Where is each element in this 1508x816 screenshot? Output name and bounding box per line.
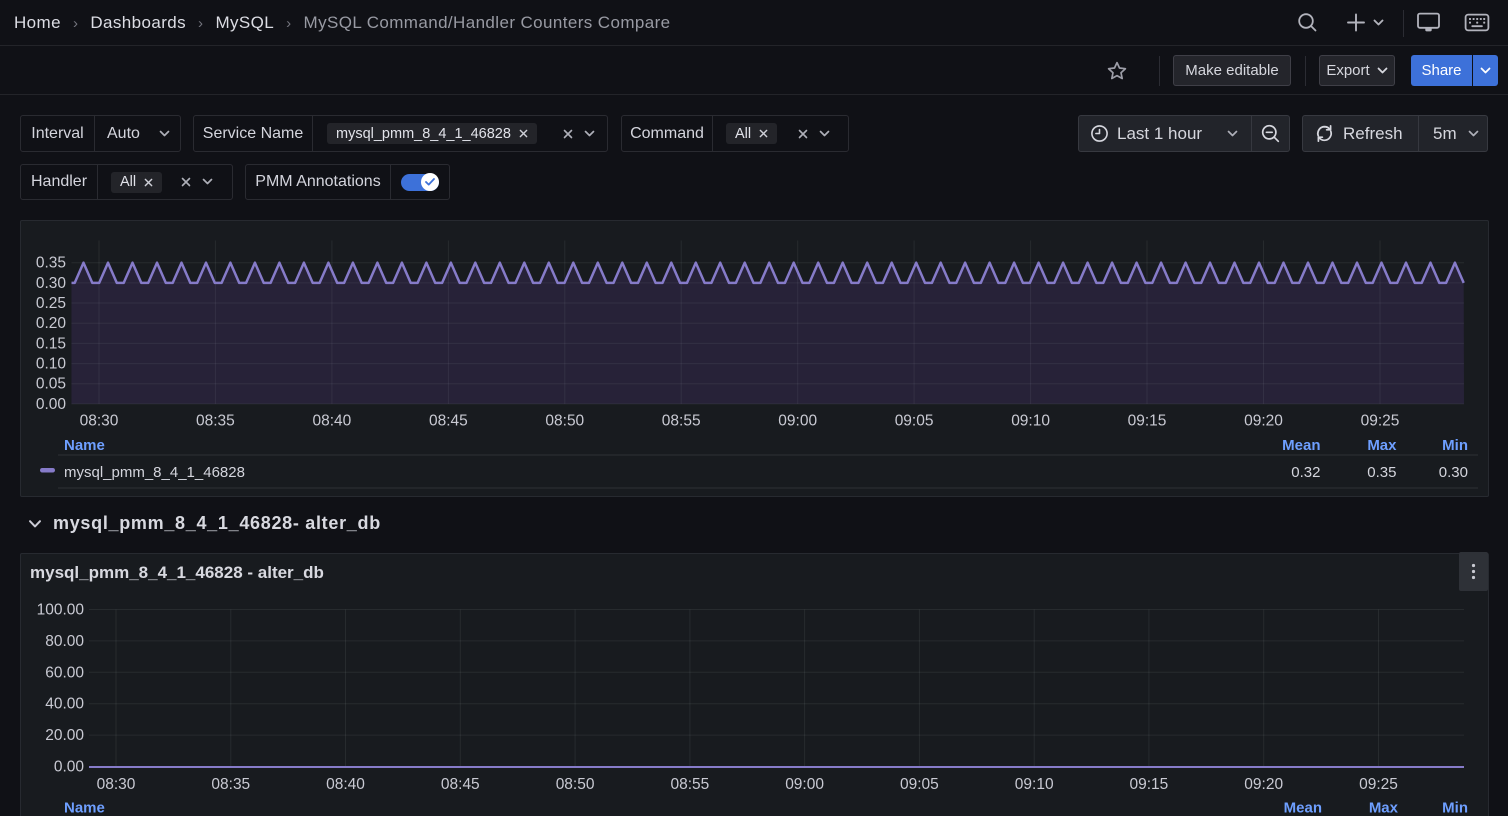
svg-text:0.30: 0.30	[36, 274, 67, 291]
svg-text:09:20: 09:20	[1244, 776, 1283, 793]
svg-text:09:00: 09:00	[785, 776, 824, 793]
svg-text:08:45: 08:45	[429, 412, 468, 429]
svg-text:Mean: Mean	[1282, 437, 1320, 454]
svg-text:08:50: 08:50	[556, 776, 595, 793]
svg-text:0.20: 0.20	[36, 315, 67, 332]
svg-text:Max: Max	[1367, 437, 1397, 454]
svg-text:mysql_pmm_8_4_1_46828: mysql_pmm_8_4_1_46828	[64, 464, 245, 481]
svg-text:08:55: 08:55	[671, 776, 710, 793]
svg-text:Mean: Mean	[1284, 800, 1322, 816]
svg-text:09:00: 09:00	[778, 412, 817, 429]
svg-text:0.00: 0.00	[54, 759, 85, 776]
svg-text:Name: Name	[64, 800, 105, 816]
svg-text:09:05: 09:05	[900, 776, 939, 793]
svg-text:08:45: 08:45	[441, 776, 480, 793]
svg-text:Min: Min	[1442, 800, 1468, 816]
svg-text:09:25: 09:25	[1359, 776, 1398, 793]
svg-text:0.35: 0.35	[1367, 464, 1396, 481]
svg-text:0.35: 0.35	[36, 254, 66, 271]
svg-text:Max: Max	[1369, 800, 1399, 816]
svg-text:09:15: 09:15	[1128, 412, 1167, 429]
svg-text:09:10: 09:10	[1015, 776, 1054, 793]
svg-text:0.30: 0.30	[1439, 464, 1468, 481]
svg-text:Min: Min	[1442, 437, 1468, 454]
svg-text:08:30: 08:30	[97, 776, 136, 793]
svg-text:08:50: 08:50	[545, 412, 584, 429]
svg-text:0.32: 0.32	[1291, 464, 1320, 481]
svg-text:Name: Name	[64, 437, 105, 454]
svg-text:0.00: 0.00	[36, 395, 67, 412]
svg-text:60.00: 60.00	[45, 664, 84, 681]
svg-text:09:20: 09:20	[1244, 412, 1283, 429]
svg-text:09:05: 09:05	[895, 412, 934, 429]
svg-text:08:30: 08:30	[80, 412, 119, 429]
svg-text:0.25: 0.25	[36, 295, 66, 312]
svg-text:100.00: 100.00	[37, 602, 85, 619]
svg-text:80.00: 80.00	[45, 633, 84, 650]
svg-text:08:40: 08:40	[313, 412, 352, 429]
svg-text:09:10: 09:10	[1011, 412, 1050, 429]
svg-text:20.00: 20.00	[45, 727, 84, 744]
svg-text:40.00: 40.00	[45, 696, 84, 713]
svg-text:08:40: 08:40	[326, 776, 365, 793]
svg-text:08:35: 08:35	[196, 412, 235, 429]
svg-text:08:35: 08:35	[211, 776, 250, 793]
svg-text:0.10: 0.10	[36, 355, 67, 372]
svg-text:09:25: 09:25	[1361, 412, 1400, 429]
svg-text:0.15: 0.15	[36, 335, 66, 352]
svg-text:0.05: 0.05	[36, 375, 66, 392]
svg-text:08:55: 08:55	[662, 412, 701, 429]
svg-text:09:15: 09:15	[1130, 776, 1169, 793]
